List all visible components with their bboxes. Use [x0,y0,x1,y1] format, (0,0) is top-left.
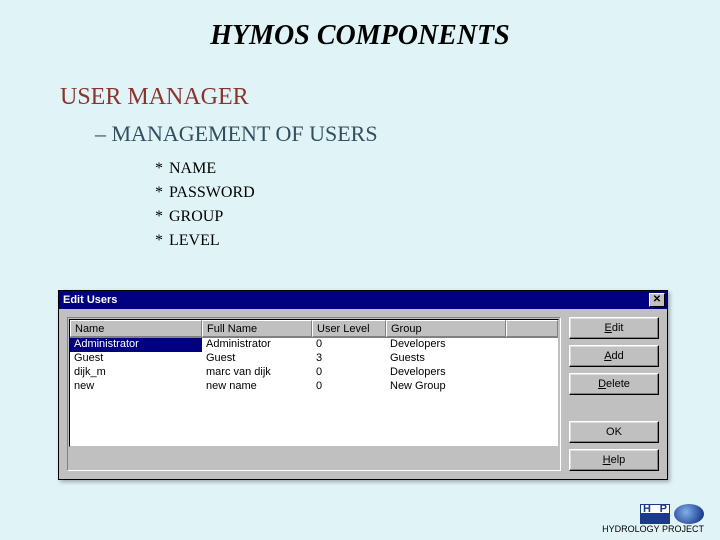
edit-users-dialog: Edit Users ✕ Name Full Name User Level G… [58,290,668,480]
table-row[interactable]: Administrator Administrator 0 Developers [70,338,558,352]
cell-group: Developers [386,366,506,380]
cell-fullname: Administrator [202,338,312,352]
dialog-titlebar[interactable]: Edit Users ✕ [59,291,667,309]
cell-fullname: new name [202,380,312,394]
bullet-list: *NAME *PASSWORD *GROUP *LEVEL [155,157,720,253]
dialog-title: Edit Users [63,294,117,306]
hp-logo-icon: H [640,504,670,524]
col-name[interactable]: Name [70,320,202,337]
cell-level: 3 [312,352,386,366]
cell-name: Guest [70,352,202,366]
edit-button[interactable]: Edit [569,317,659,339]
bullet-item: *GROUP [155,205,720,229]
subsection-text: MANAGEMENT OF USERS [112,121,378,146]
cell-name: dijk_m [70,366,202,380]
users-list-panel: Name Full Name User Level Group Administ… [67,317,561,471]
slide-title: HYMOS COMPONENTS [0,0,720,52]
column-headers: Name Full Name User Level Group [70,320,558,338]
col-fullname[interactable]: Full Name [202,320,312,337]
cell-group: Guests [386,352,506,366]
cell-level: 0 [312,366,386,380]
table-row[interactable]: Guest Guest 3 Guests [70,352,558,366]
cell-name: Administrator [70,338,202,352]
col-group[interactable]: Group [386,320,506,337]
cell-name: new [70,380,202,394]
table-row[interactable]: dijk_m marc van dijk 0 Developers [70,366,558,380]
col-spacer [506,320,558,337]
logo: H [602,504,704,524]
ok-button[interactable]: OK [569,421,659,443]
cell-group: Developers [386,338,506,352]
cell-level: 0 [312,380,386,394]
cell-fullname: marc van dijk [202,366,312,380]
bullet-item: *PASSWORD [155,181,720,205]
add-button[interactable]: Add [569,345,659,367]
button-column: Edit Add Delete OK Help [569,317,659,471]
footer: H HYDROLOGY PROJECT [602,504,704,534]
close-icon[interactable]: ✕ [649,293,665,307]
cell-level: 0 [312,338,386,352]
footer-caption: HYDROLOGY PROJECT [602,524,704,534]
col-userlevel[interactable]: User Level [312,320,386,337]
subsection-dash: – [95,121,106,146]
delete-button[interactable]: Delete [569,373,659,395]
users-listview[interactable]: Name Full Name User Level Group Administ… [69,319,559,447]
bullet-item: *LEVEL [155,229,720,253]
cell-fullname: Guest [202,352,312,366]
section-heading: USER MANAGER [60,84,720,111]
rows-container: Administrator Administrator 0 Developers… [70,338,558,394]
subsection-heading: – MANAGEMENT OF USERS [95,121,720,147]
cell-group: New Group [386,380,506,394]
help-button[interactable]: Help [569,449,659,471]
bullet-item: *NAME [155,157,720,181]
swirl-icon [674,504,704,524]
table-row[interactable]: new new name 0 New Group [70,380,558,394]
